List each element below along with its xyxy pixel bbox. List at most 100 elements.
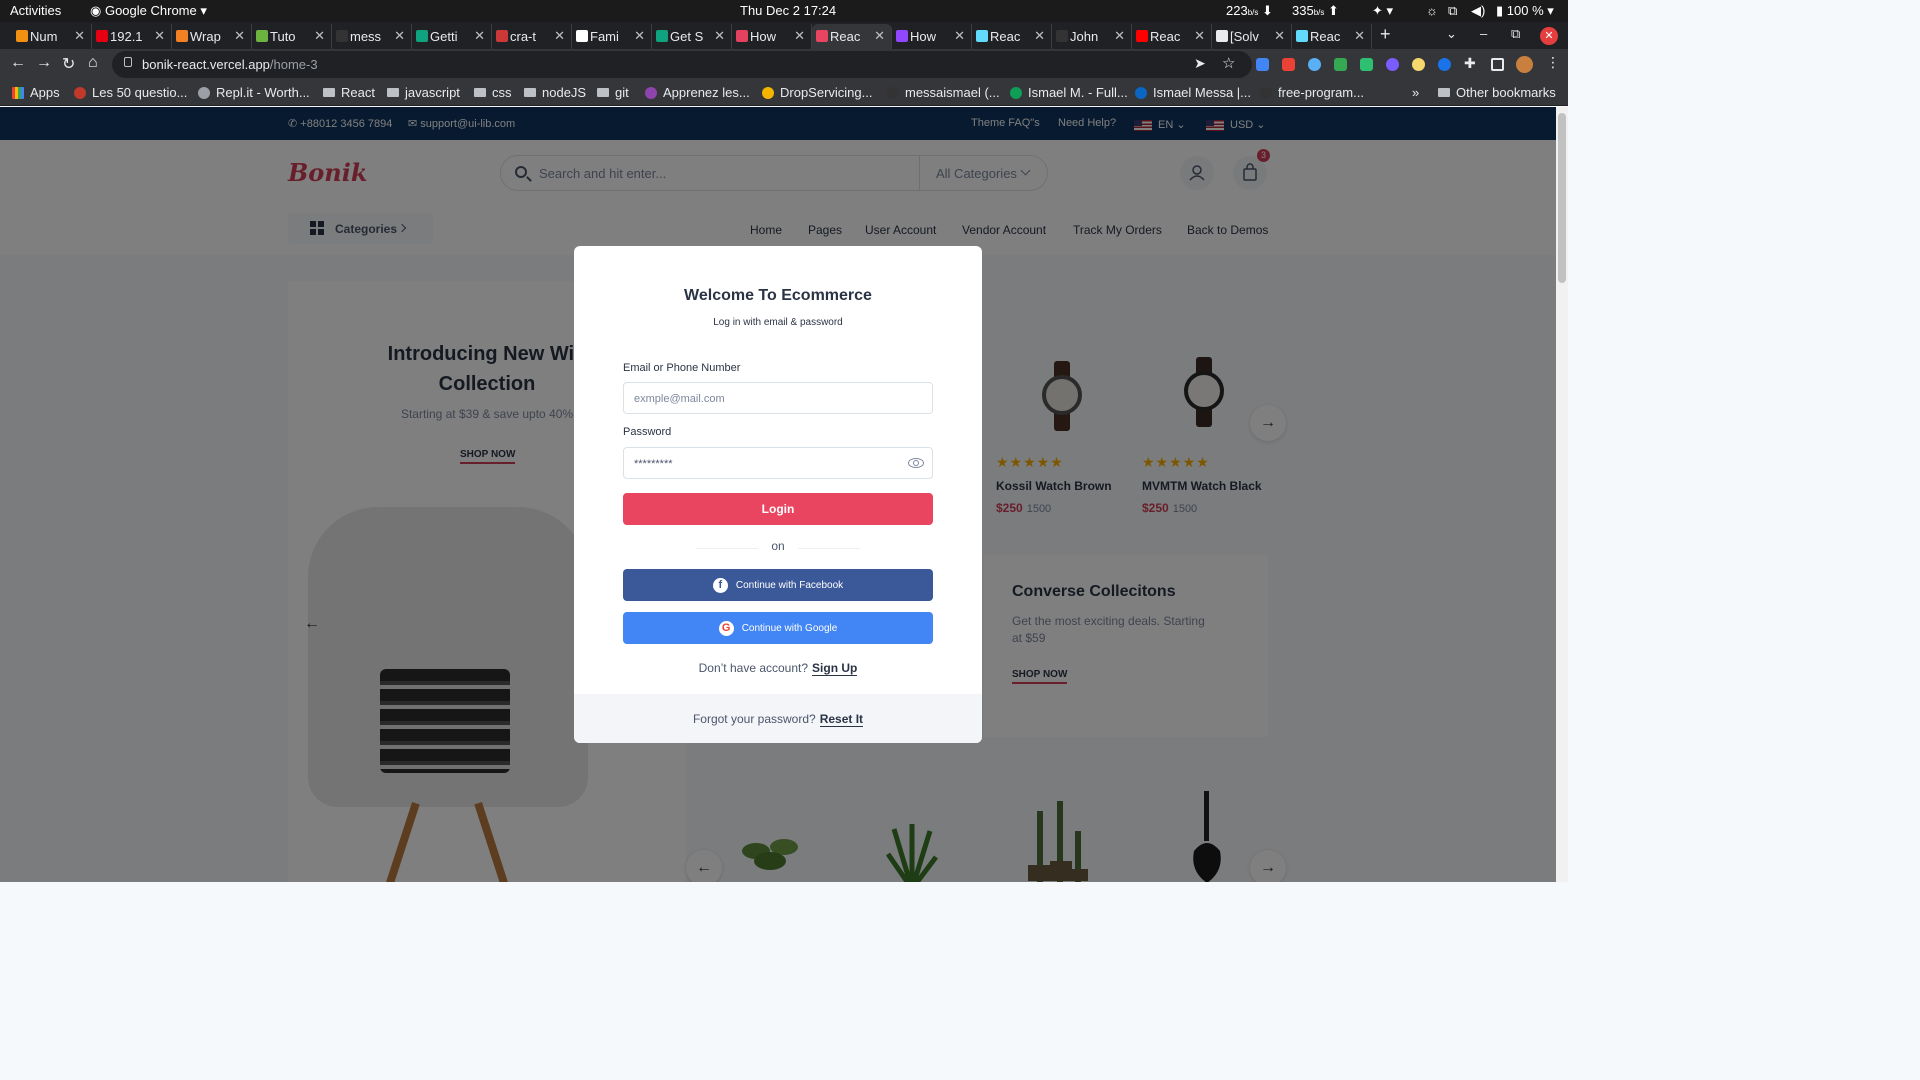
signup-row: Don’t have account? Sign Up bbox=[574, 661, 982, 676]
bookmark-label: css bbox=[492, 85, 512, 100]
tab-close-icon[interactable]: ✕ bbox=[1354, 28, 1365, 44]
send-to-device-icon[interactable]: ➤ bbox=[1194, 55, 1206, 72]
battery-indicator[interactable]: ▮ 100 % ▾ bbox=[1496, 3, 1554, 19]
app-menu[interactable]: ◉ Google Chrome ▾ bbox=[90, 3, 207, 19]
bookmark-folder[interactable]: React bbox=[323, 85, 375, 100]
restore-icon[interactable]: ⧉ bbox=[1511, 26, 1520, 42]
show-password-eye-icon[interactable] bbox=[907, 456, 925, 470]
tab-close-icon[interactable]: ✕ bbox=[154, 28, 165, 44]
bookmark-folder[interactable]: javascript bbox=[387, 85, 460, 100]
forward-icon[interactable]: → bbox=[36, 54, 52, 72]
google-login-button[interactable]: G Continue with Google bbox=[623, 612, 933, 644]
browser-menu-icon[interactable]: ⋮ bbox=[1546, 54, 1560, 71]
brightness-icon[interactable]: ☼ bbox=[1426, 3, 1438, 18]
address-bar[interactable]: bonik-react.vercel.app/home-3 ➤ ☆ bbox=[112, 51, 1252, 78]
reset-password-link[interactable]: Reset It bbox=[819, 712, 864, 727]
browser-tab[interactable]: How ✕ bbox=[892, 24, 972, 49]
tab-search-icon[interactable]: ⌄ bbox=[1446, 26, 1457, 42]
bookmark-folder[interactable]: git bbox=[597, 85, 629, 100]
tab-close-icon[interactable]: ✕ bbox=[554, 28, 565, 44]
browser-tab[interactable]: Get S ✕ bbox=[652, 24, 732, 49]
shield-extension-icon[interactable] bbox=[1360, 58, 1373, 71]
extension-icon[interactable] bbox=[1412, 58, 1425, 71]
minimize-icon[interactable]: – bbox=[1480, 26, 1487, 41]
bookmark-item[interactable]: Apprenez les... bbox=[645, 85, 750, 100]
bookmark-folder[interactable]: nodeJS bbox=[524, 85, 586, 100]
login-button[interactable]: Login bbox=[623, 493, 933, 525]
browser-tab[interactable]: Wrap ✕ bbox=[172, 24, 252, 49]
password-input[interactable] bbox=[634, 455, 894, 473]
browser-tab[interactable]: 192.1 ✕ bbox=[92, 24, 172, 49]
more-bookmarks-button[interactable]: » bbox=[1412, 85, 1419, 100]
email-input[interactable] bbox=[634, 390, 894, 408]
other-bookmarks-label: Other bookmarks bbox=[1456, 85, 1556, 100]
bookmark-item[interactable]: DropServicing... bbox=[762, 85, 872, 100]
new-tab-button[interactable]: + bbox=[1380, 24, 1391, 45]
app-name: Google Chrome bbox=[104, 3, 197, 18]
browser-tab[interactable]: John ✕ bbox=[1052, 24, 1132, 49]
tab-close-icon[interactable]: ✕ bbox=[1034, 28, 1045, 44]
scrollbar-thumb[interactable] bbox=[1558, 113, 1566, 283]
extension-icon[interactable] bbox=[1334, 58, 1347, 71]
volume-icon[interactable]: ◀) bbox=[1471, 3, 1485, 19]
bookmark-item[interactable]: Les 50 questio... bbox=[74, 85, 187, 100]
bookmark-item[interactable]: Ismael Messa |... bbox=[1135, 85, 1251, 100]
home-icon[interactable]: ⌂ bbox=[88, 54, 98, 72]
side-panel-icon[interactable] bbox=[1491, 58, 1504, 71]
extension-icon[interactable] bbox=[1386, 58, 1399, 71]
sync-extension-icon[interactable] bbox=[1438, 58, 1451, 71]
browser-tab[interactable]: Tuto ✕ bbox=[252, 24, 332, 49]
extension-icon[interactable] bbox=[1308, 58, 1321, 71]
profile-avatar[interactable] bbox=[1516, 56, 1533, 73]
tab-close-icon[interactable]: ✕ bbox=[1114, 28, 1125, 44]
reload-icon[interactable]: ↻ bbox=[62, 54, 75, 74]
browser-tab[interactable]: Reac ✕ bbox=[812, 24, 892, 49]
bookmark-item[interactable]: Repl.it - Worth... bbox=[198, 85, 310, 100]
activities-button[interactable]: Activities bbox=[10, 3, 61, 18]
signup-link[interactable]: Sign Up bbox=[812, 661, 858, 676]
tab-close-icon[interactable]: ✕ bbox=[234, 28, 245, 44]
browser-tab[interactable]: [Solv ✕ bbox=[1212, 24, 1292, 49]
extension-icon[interactable] bbox=[1282, 58, 1295, 71]
browser-tab[interactable]: Reac ✕ bbox=[1132, 24, 1212, 49]
tab-close-icon[interactable]: ✕ bbox=[954, 28, 965, 44]
tab-close-icon[interactable]: ✕ bbox=[874, 28, 885, 44]
tab-close-icon[interactable]: ✕ bbox=[714, 28, 725, 44]
page-scrollbar[interactable] bbox=[1556, 107, 1568, 882]
tab-close-icon[interactable]: ✕ bbox=[794, 28, 805, 44]
other-bookmarks-folder[interactable]: Other bookmarks bbox=[1438, 85, 1556, 100]
network-icon[interactable]: ⧉ bbox=[1448, 3, 1457, 19]
lock-icon[interactable] bbox=[124, 57, 132, 67]
dialog-title: Welcome To Ecommerce bbox=[684, 287, 872, 304]
close-window-icon[interactable]: ✕ bbox=[1540, 27, 1558, 45]
browser-tab[interactable]: mess ✕ bbox=[332, 24, 412, 49]
apps-bookmark[interactable]: Apps bbox=[12, 85, 60, 100]
tab-close-icon[interactable]: ✕ bbox=[1274, 28, 1285, 44]
bookmark-item[interactable]: Ismael M. - Full... bbox=[1010, 85, 1128, 100]
tab-close-icon[interactable]: ✕ bbox=[1194, 28, 1205, 44]
bookmark-item[interactable]: messaismael (... bbox=[887, 85, 1000, 100]
browser-tab[interactable]: How ✕ bbox=[732, 24, 812, 49]
tab-close-icon[interactable]: ✕ bbox=[314, 28, 325, 44]
translate-extension-icon[interactable] bbox=[1256, 58, 1269, 71]
browser-tab[interactable]: cra-t ✕ bbox=[492, 24, 572, 49]
browser-tab[interactable]: Getti ✕ bbox=[412, 24, 492, 49]
facebook-login-button[interactable]: f Continue with Facebook bbox=[623, 569, 933, 601]
clock[interactable]: Thu Dec 2 17:24 bbox=[740, 3, 836, 18]
browser-tab[interactable]: Num ✕ bbox=[12, 24, 92, 49]
tab-close-icon[interactable]: ✕ bbox=[634, 28, 645, 44]
accessibility-icon[interactable]: ✦ ▾ bbox=[1372, 3, 1393, 19]
extensions-puzzle-icon[interactable]: ✚ bbox=[1464, 55, 1476, 72]
tab-title: Reac bbox=[990, 29, 1021, 44]
tab-close-icon[interactable]: ✕ bbox=[474, 28, 485, 44]
bookmark-star-icon[interactable]: ☆ bbox=[1222, 54, 1235, 72]
browser-tab[interactable]: Reac ✕ bbox=[972, 24, 1052, 49]
browser-tab[interactable]: Reac ✕ bbox=[1292, 24, 1372, 49]
browser-tab[interactable]: Fami ✕ bbox=[572, 24, 652, 49]
bookmark-item[interactable]: free-program... bbox=[1260, 85, 1364, 100]
bookmark-label: React bbox=[341, 85, 375, 100]
back-icon[interactable]: ← bbox=[10, 54, 26, 72]
tab-close-icon[interactable]: ✕ bbox=[74, 28, 85, 44]
bookmark-folder[interactable]: css bbox=[474, 85, 512, 100]
tab-close-icon[interactable]: ✕ bbox=[394, 28, 405, 44]
